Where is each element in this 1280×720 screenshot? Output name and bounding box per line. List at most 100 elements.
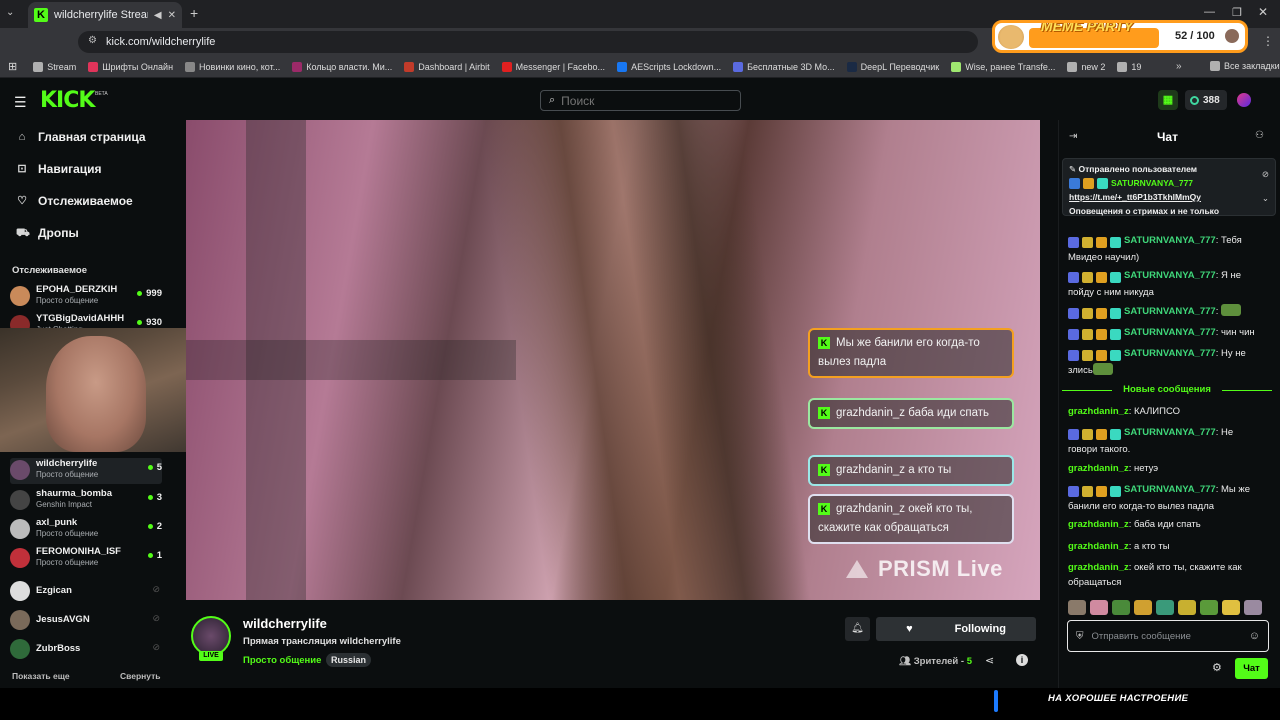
emote-icon[interactable] — [1200, 600, 1218, 615]
chat-username[interactable]: grazhdanin_z — [1068, 519, 1129, 530]
user-badges — [1068, 270, 1124, 285]
chat-username[interactable]: grazhdanin_z — [1068, 463, 1129, 474]
bookmark-item[interactable]: DeepL Переводчик — [846, 61, 939, 72]
points-button[interactable]: 388 — [1185, 90, 1227, 110]
bookmark-label: Шрифты Онлайн — [102, 61, 174, 72]
collapse-chat-icon[interactable]: ⇥ — [1069, 131, 1077, 142]
kick-logo[interactable]: KICK — [40, 88, 95, 113]
sidebar-nav-item[interactable]: ⊡ Навигация — [16, 162, 101, 176]
share-icon[interactable]: ⋖ — [985, 654, 994, 667]
chat-settings-icon[interactable]: ⚙ — [1212, 661, 1222, 674]
user-avatar[interactable] — [1237, 93, 1251, 107]
following-channel[interactable]: EPOHA_DERZKIH Просто общение 999 — [10, 284, 162, 310]
chat-username[interactable]: SATURNVANYA_777 — [1124, 348, 1216, 359]
emote-icon[interactable] — [1090, 600, 1108, 615]
chevron-down-icon[interactable]: ⌄ — [1262, 191, 1269, 205]
tab-close-icon[interactable]: ✕ — [168, 10, 176, 21]
kick-icon: K — [818, 406, 830, 419]
search-input[interactable] — [561, 93, 722, 108]
minimize-button[interactable]: — — [1204, 6, 1215, 18]
send-chat-button[interactable]: Чат — [1235, 658, 1268, 679]
category-link[interactable]: Просто общение — [243, 655, 321, 666]
bookmark-label: Dashboard | Airbit — [418, 61, 490, 72]
apps-icon[interactable]: ⊞ — [8, 60, 17, 73]
info-icon[interactable]: i — [1016, 654, 1028, 666]
tab-search-icon[interactable]: ⌄ — [6, 7, 14, 18]
bookmark-item[interactable]: Кольцо власти. Ми... — [292, 61, 392, 72]
sidebar-nav-item[interactable]: ♡ Отслеживаемое — [16, 194, 133, 208]
bookmark-item[interactable]: Stream — [33, 61, 76, 72]
chat-title: Чат — [1157, 130, 1178, 144]
chat-username[interactable]: SATURNVANYA_777 — [1124, 427, 1216, 438]
streamer-name[interactable]: wildcherrylife — [243, 616, 327, 631]
emoji-icon[interactable]: ☺ — [1249, 630, 1260, 642]
following-channel[interactable]: wildcherrylife Просто общение 5 — [10, 458, 162, 484]
all-bookmarks-button[interactable]: Все закладки — [1210, 61, 1280, 71]
pinned-user[interactable]: SATURNVANYA_777 — [1111, 178, 1193, 188]
emote-icon[interactable] — [1244, 600, 1262, 615]
chat-username[interactable]: grazhdanin_z — [1068, 406, 1129, 417]
chat-input-container[interactable]: ⛨ ☺ — [1067, 620, 1269, 652]
sidebar-nav-item[interactable]: ⛟ Дропы — [16, 226, 79, 240]
site-info-icon[interactable]: ⚙ — [88, 35, 97, 46]
emote-icon[interactable] — [1222, 600, 1240, 615]
bookmark-item[interactable]: Wise, ранее Transfe... — [951, 61, 1056, 72]
search-box[interactable]: ⌕ — [540, 90, 741, 111]
shield-icon[interactable]: ⛨ — [1076, 631, 1084, 642]
following-channel[interactable]: ZubrBoss ⊘ — [10, 638, 162, 664]
bookmark-item[interactable]: new 2 — [1067, 61, 1105, 72]
streamer-mode-icon[interactable]: ▦ — [1158, 90, 1178, 110]
chat-input[interactable] — [1091, 630, 1241, 642]
bookmark-item[interactable]: 19 — [1117, 61, 1141, 72]
language-tag[interactable]: Russian — [326, 653, 372, 667]
following-channel[interactable]: Ezgican ⊘ — [10, 580, 162, 606]
emote-icon[interactable] — [1134, 600, 1152, 615]
unpin-icon[interactable]: ⊘ — [1262, 167, 1269, 181]
browser-tab[interactable]: K wildcherrylife Stream - Watch ◀ ✕ — [28, 2, 182, 28]
url-field[interactable]: ⚙ kick.com/wildcherrylife — [78, 31, 978, 53]
streamer-avatar[interactable] — [191, 616, 231, 656]
bookmark-label: Wise, ранее Transfe... — [965, 61, 1056, 72]
collapse-link[interactable]: Свернуть — [120, 671, 161, 681]
bookmark-item[interactable]: Новинки кино, кот... — [185, 61, 280, 72]
following-channel[interactable]: shaurma_bomba Genshin Impact 3 — [10, 488, 162, 514]
chat-username[interactable]: SATURNVANYA_777 — [1124, 484, 1216, 495]
show-more-link[interactable]: Показать еще — [12, 671, 70, 681]
emote-icon[interactable] — [1156, 600, 1174, 615]
sidebar-nav-item[interactable]: ⌂ Главная страница — [16, 130, 146, 144]
bookmark-item[interactable]: Шрифты Онлайн — [88, 61, 174, 72]
badge-icon — [1096, 236, 1107, 248]
browser-menu-icon[interactable]: ⋮ — [1262, 34, 1274, 48]
chat-username[interactable]: SATURNVANYA_777 — [1124, 306, 1216, 317]
restore-button[interactable]: ❐ — [1232, 6, 1242, 19]
bookmark-item[interactable]: Бесплатные 3D Мо... — [733, 61, 835, 72]
video-player[interactable]: K Мы же банили его когда-то вылез падла K… — [186, 120, 1040, 600]
bookmark-item[interactable]: Dashboard | Airbit — [404, 61, 490, 72]
pinned-link[interactable]: https://t.me/+_tt6P1b3TkhlMmQy — [1069, 190, 1269, 204]
close-window-button[interactable]: ✕ — [1258, 5, 1268, 19]
chat-username[interactable]: SATURNVANYA_777 — [1124, 270, 1216, 281]
new-tab-button[interactable]: + — [190, 5, 198, 21]
following-channel[interactable]: FEROMONIHA_ISF Просто общение 1 — [10, 546, 162, 572]
chat-message: SATURNVANYA_777: Тебя Мвидео научил) — [1068, 233, 1264, 265]
chat-users-icon[interactable]: ⚇ — [1255, 130, 1264, 141]
notification-bell-button[interactable]: 🔔︎ — [845, 617, 870, 641]
more-bookmarks-icon[interactable]: » — [1176, 61, 1182, 72]
following-button[interactable]: ♥ Following — [876, 617, 1036, 641]
channel-avatar — [10, 581, 30, 601]
chat-username[interactable]: SATURNVANYA_777 — [1124, 327, 1216, 338]
chat-username[interactable]: grazhdanin_z — [1068, 562, 1129, 573]
bookmark-item[interactable]: Messenger | Facebo... — [501, 61, 605, 72]
emote-icon[interactable] — [1068, 600, 1086, 615]
following-channel[interactable]: axl_punk Просто общение 2 — [10, 517, 162, 543]
tab-audio-icon[interactable]: ◀ — [154, 10, 162, 21]
channel-name: ZubrBoss — [36, 643, 81, 654]
badge-icon — [1110, 307, 1121, 319]
emote-icon[interactable] — [1112, 600, 1130, 615]
emote-icon[interactable] — [1178, 600, 1196, 615]
following-channel[interactable]: JesusAVGN ⊘ — [10, 609, 162, 635]
bookmark-item[interactable]: AEScripts Lockdown... — [617, 61, 721, 72]
chat-username[interactable]: SATURNVANYA_777 — [1124, 235, 1216, 246]
menu-icon[interactable]: ☰ — [14, 94, 27, 111]
chat-username[interactable]: grazhdanin_z — [1068, 541, 1129, 552]
